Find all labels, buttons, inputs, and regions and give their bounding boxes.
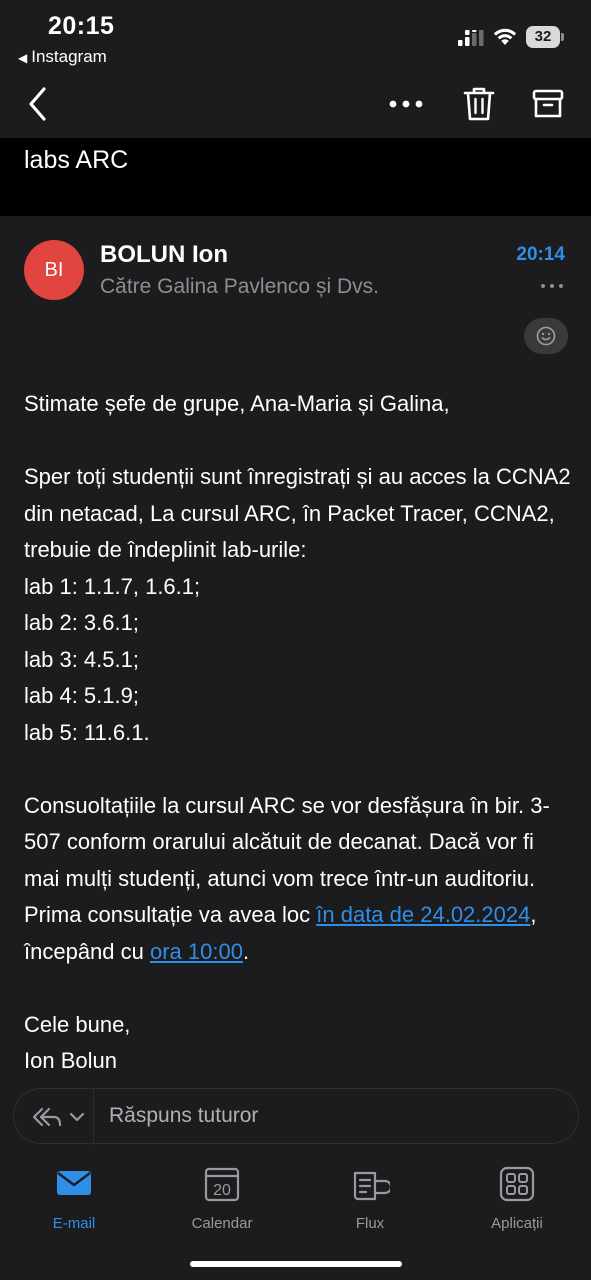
lab-line: lab 5: 11.6.1. bbox=[24, 719, 150, 745]
back-to-app-link[interactable]: ◀ Instagram bbox=[18, 47, 107, 67]
consultation-paragraph: Consuoltațiile la cursul ARC se vor desf… bbox=[24, 788, 572, 971]
consultation-end-text: . bbox=[242, 938, 250, 964]
reply-all-icon[interactable] bbox=[30, 1103, 90, 1131]
tab-calendar[interactable]: 20 Calendar bbox=[162, 1164, 282, 1234]
lab-line: lab 2: 3.6.1; bbox=[24, 610, 139, 635]
apps-grid-icon bbox=[499, 1166, 535, 1202]
tab-feed[interactable]: Flux bbox=[310, 1164, 430, 1234]
home-indicator[interactable] bbox=[190, 1261, 402, 1267]
wifi-icon bbox=[493, 28, 517, 45]
back-app-label: Instagram bbox=[31, 47, 107, 66]
archive-icon[interactable] bbox=[528, 86, 568, 122]
tab-label: E-mail bbox=[52, 1215, 96, 1232]
message-more-icon[interactable] bbox=[540, 278, 564, 294]
battery-level: 32 bbox=[534, 28, 552, 45]
time-link[interactable]: ora 10:00 bbox=[150, 939, 243, 964]
calendar-day: 20 bbox=[213, 1182, 231, 1199]
closing: Cele bune, bbox=[24, 1011, 131, 1037]
message-toolbar bbox=[0, 72, 591, 138]
lab-line: lab 1: 1.1.7, 1.6.1; bbox=[24, 573, 201, 599]
email-subject: labs ARC bbox=[24, 146, 129, 174]
status-time: 20:15 bbox=[48, 12, 115, 40]
battery-icon: 32 bbox=[526, 26, 564, 48]
message-time: 20:14 bbox=[516, 244, 565, 265]
reply-area: Răspuns tuturor bbox=[0, 1078, 591, 1158]
avatar[interactable]: BI bbox=[24, 240, 84, 300]
feed-icon bbox=[353, 1171, 390, 1201]
lab-line: lab 3: 4.5.1; bbox=[24, 646, 139, 672]
signature: Ion Bolun bbox=[24, 1048, 117, 1073]
avatar-initials: BI bbox=[44, 259, 64, 281]
lab-line: lab 4: 5.1.9; bbox=[24, 683, 139, 708]
tab-label: Aplicații bbox=[491, 1215, 543, 1232]
reply-input[interactable]: Răspuns tuturor bbox=[109, 1104, 258, 1128]
tab-label: Calendar bbox=[191, 1215, 253, 1232]
email-body: Stimate șefe de grupe, Ana-Maria și Gali… bbox=[24, 386, 572, 1080]
tab-apps[interactable]: Aplicații bbox=[457, 1164, 577, 1234]
reply-all-bar[interactable]: Răspuns tuturor bbox=[13, 1088, 579, 1145]
reaction-button[interactable] bbox=[524, 318, 568, 354]
tab-label: Flux bbox=[355, 1215, 385, 1232]
back-triangle-icon: ◀ bbox=[18, 51, 28, 65]
greeting: Stimate șefe de grupe, Ana-Maria și Gali… bbox=[24, 391, 450, 416]
recipients-line[interactable]: Către Galina Pavlenco și Dvs. bbox=[100, 275, 379, 299]
trash-icon[interactable] bbox=[460, 84, 498, 124]
chevron-left-icon[interactable] bbox=[22, 84, 58, 124]
sender-name[interactable]: BOLUN Ion bbox=[100, 241, 228, 269]
mail-icon bbox=[57, 1171, 91, 1195]
date-link[interactable]: în data de 24.02.2024 bbox=[316, 902, 530, 927]
subject-header: labs ARC bbox=[0, 138, 591, 216]
more-horizontal-icon[interactable] bbox=[385, 86, 427, 122]
status-bar: 20:15 ◀ Instagram 32 bbox=[0, 0, 591, 72]
smiley-icon bbox=[536, 326, 556, 346]
cellular-signal-icon bbox=[458, 30, 484, 46]
intro-paragraph: Sper toți studenții sunt înregistrați și… bbox=[24, 464, 571, 562]
calendar-icon: 20 bbox=[204, 1167, 240, 1202]
tab-email[interactable]: E-mail bbox=[14, 1164, 134, 1234]
